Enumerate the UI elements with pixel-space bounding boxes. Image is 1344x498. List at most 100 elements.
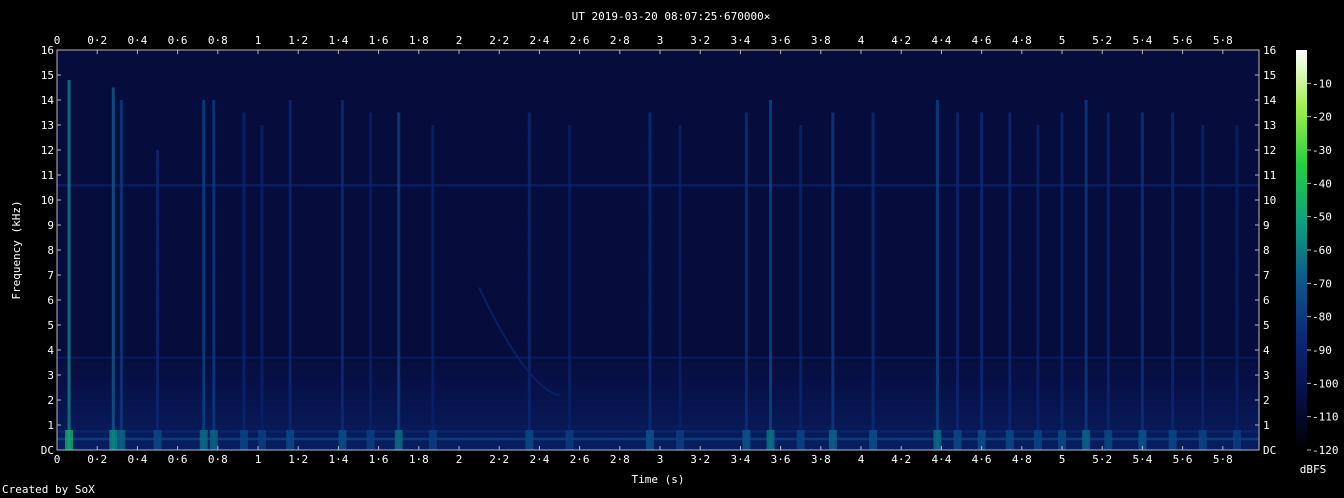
x-tick-label-bottom: 5·2	[1092, 453, 1112, 466]
colorbar-tick-label: -100	[1312, 377, 1339, 390]
background-band	[57, 400, 1259, 407]
background-band	[57, 200, 1259, 207]
transient-mark	[67, 80, 71, 450]
tone-line	[57, 437, 1259, 441]
y-tick-label-left: 9	[47, 219, 54, 232]
y-tick-label-left: 1	[47, 419, 54, 432]
background-band	[57, 81, 1259, 88]
transient-mark	[212, 100, 216, 450]
background-band	[57, 175, 1259, 182]
transient-base	[338, 430, 347, 450]
background-band	[57, 406, 1259, 413]
x-tick-label-bottom: 5	[1059, 453, 1066, 466]
x-tick-label-bottom: 1·8	[409, 453, 429, 466]
transient-mark	[568, 125, 572, 450]
x-tick-label-bottom: 0	[54, 453, 61, 466]
x-tick-label-bottom: 4	[858, 453, 865, 466]
transient-base	[286, 430, 295, 450]
background-band	[57, 350, 1259, 357]
y-tick-label-left: 12	[41, 144, 54, 157]
transient-base	[742, 430, 751, 450]
x-tick-label-top: 4·8	[1012, 34, 1032, 47]
transient-base	[869, 430, 878, 450]
y-tick-label-right: 8	[1263, 244, 1270, 257]
x-tick-label-bottom: 3	[657, 453, 664, 466]
x-tick-label-bottom: 2·4	[529, 453, 549, 466]
transient-base	[766, 430, 775, 450]
y-tick-label-right: DC	[1263, 444, 1276, 457]
transient-mark	[744, 112, 748, 450]
transient-base	[366, 430, 375, 450]
x-tick-label-bottom: 1·2	[288, 453, 308, 466]
transient-base	[239, 430, 248, 450]
x-tick-label-bottom: 0·6	[168, 453, 188, 466]
plot-area	[56, 49, 1260, 451]
x-tick-label-top: 3·2	[690, 34, 710, 47]
y-tick-label-left: 10	[41, 194, 54, 207]
y-axis-label: Frequency (kHz)	[10, 200, 23, 299]
x-tick-label-top: 2	[456, 34, 463, 47]
background-band	[57, 381, 1259, 388]
x-tick-label-top: 1·2	[288, 34, 308, 47]
x-tick-label-top: 3·8	[811, 34, 831, 47]
background-band	[57, 62, 1259, 70]
y-tick-label-right: 14	[1263, 94, 1277, 107]
tone-line	[57, 184, 1259, 187]
x-tick-label-bottom: 3·6	[771, 453, 791, 466]
spectrogram-chart: UT 2019-03-20 08:07:25·670000× 0 0 0·2 0·2 0…	[10, 10, 1339, 486]
transient-mark	[678, 125, 682, 450]
x-tick-label-top: 0·8	[208, 34, 228, 47]
background-band	[57, 100, 1259, 107]
x-tick-label-top: 2·4	[529, 34, 549, 47]
background-band	[57, 231, 1259, 238]
background-band	[57, 106, 1259, 113]
background-band	[57, 150, 1259, 157]
background-band	[57, 131, 1259, 138]
transient-mark	[527, 112, 531, 450]
transient-mark	[1171, 112, 1175, 450]
background-band	[57, 125, 1259, 132]
x-tick-label-top: 3·4	[730, 34, 750, 47]
chart-title: UT 2019-03-20 08:07:25·670000×	[572, 10, 771, 23]
colorbar-label: dBFS	[1300, 463, 1327, 476]
transient-mark	[111, 87, 115, 450]
background-band	[57, 118, 1259, 126]
transient-mark	[1036, 125, 1040, 450]
colorbar-tick-label: -70	[1312, 277, 1332, 290]
background-band	[57, 93, 1259, 101]
transient-base	[1104, 430, 1113, 450]
y-tick-label-right: 1	[1263, 419, 1270, 432]
y-tick-label-right: 13	[1263, 119, 1276, 132]
x-tick-label-top: 4·4	[931, 34, 951, 47]
background-band	[57, 250, 1259, 257]
x-tick-label-bottom: 2·8	[610, 453, 630, 466]
background-band	[57, 343, 1259, 351]
transient-mark	[1235, 125, 1239, 450]
y-tick-label-right: 9	[1263, 219, 1270, 232]
background-band	[57, 418, 1259, 426]
background-band	[57, 443, 1259, 451]
y-tick-label-left: 13	[41, 119, 54, 132]
transient-base	[933, 430, 942, 450]
transient-mark	[1140, 112, 1144, 450]
x-tick-label-bottom: 4·8	[1012, 453, 1032, 466]
credit-text: Created by SoX	[2, 483, 95, 496]
background-band	[57, 337, 1259, 345]
transient-base	[153, 430, 162, 450]
x-axis-label: Time (s)	[632, 473, 685, 486]
x-tick-label-bottom: 0·2	[87, 453, 107, 466]
transient-base	[209, 430, 218, 450]
y-tick-label-left: 11	[41, 169, 54, 182]
transient-mark	[202, 100, 206, 450]
y-tick-label-left: 5	[47, 319, 54, 332]
transient-mark	[799, 125, 803, 450]
colorbar-tick-label: -10	[1312, 77, 1332, 90]
transient-mark	[1201, 125, 1205, 450]
tone-line	[57, 356, 1259, 359]
background-band	[57, 112, 1259, 120]
transient-base	[565, 430, 574, 450]
transient-base	[645, 430, 654, 450]
y-tick-label-right: 7	[1263, 269, 1270, 282]
x-tick-label-top: 5	[1059, 34, 1066, 47]
background-band	[57, 193, 1259, 201]
